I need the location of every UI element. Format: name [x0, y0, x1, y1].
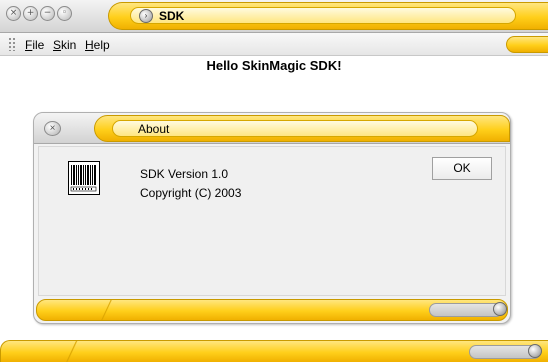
dialog-resize-knob-icon[interactable]	[493, 302, 507, 316]
options-icon[interactable]: ◦	[57, 6, 72, 21]
window-controls: × + − ◦	[6, 6, 72, 21]
barcode-graphic	[70, 165, 97, 192]
title-bar[interactable]: × + − ◦ › SDK	[0, 0, 548, 33]
system-menu-icon[interactable]: ›	[139, 9, 153, 23]
dialog-close-icon[interactable]: ×	[44, 121, 61, 136]
main-status-separator	[61, 341, 83, 362]
main-resize-knob-icon[interactable]	[528, 344, 542, 358]
window-title: SDK	[159, 9, 185, 23]
menu-file[interactable]: File	[25, 38, 44, 52]
barcode-icon	[68, 161, 100, 195]
menu-file-rest: ile	[32, 38, 45, 52]
menu-skin[interactable]: Skin	[53, 38, 76, 52]
menu-help-mnemonic: H	[85, 38, 94, 52]
menu-help-rest: elp	[93, 38, 110, 52]
menu-skin-rest: kin	[61, 38, 77, 52]
menu-help[interactable]: Help	[85, 38, 110, 52]
menubar-scroll-handle[interactable]	[506, 36, 548, 53]
dialog-title-bar[interactable]: × About	[34, 113, 510, 144]
main-status-bar	[0, 340, 548, 362]
menu-skin-mnemonic: S	[53, 38, 62, 52]
ok-button[interactable]: OK	[432, 157, 492, 180]
about-dialog: × About SDK Version 1.0 Copyright (C) 20…	[33, 112, 511, 324]
maximize-icon[interactable]: +	[23, 6, 38, 21]
dialog-status-bar	[36, 299, 508, 321]
title-inner-track	[130, 7, 516, 24]
version-text: SDK Version 1.0	[140, 167, 229, 181]
page-heading: Hello SkinMagic SDK!	[206, 58, 342, 73]
dialog-resize-track[interactable]	[429, 303, 503, 317]
close-icon[interactable]: ×	[6, 6, 21, 21]
menubar-grip-icon[interactable]	[8, 37, 16, 51]
minimize-icon[interactable]: −	[40, 6, 55, 21]
dialog-title: About	[138, 122, 170, 136]
menu-bar: File Skin Help	[0, 33, 548, 56]
copyright-text: Copyright (C) 2003	[140, 186, 242, 200]
dialog-status-separator	[97, 300, 117, 320]
